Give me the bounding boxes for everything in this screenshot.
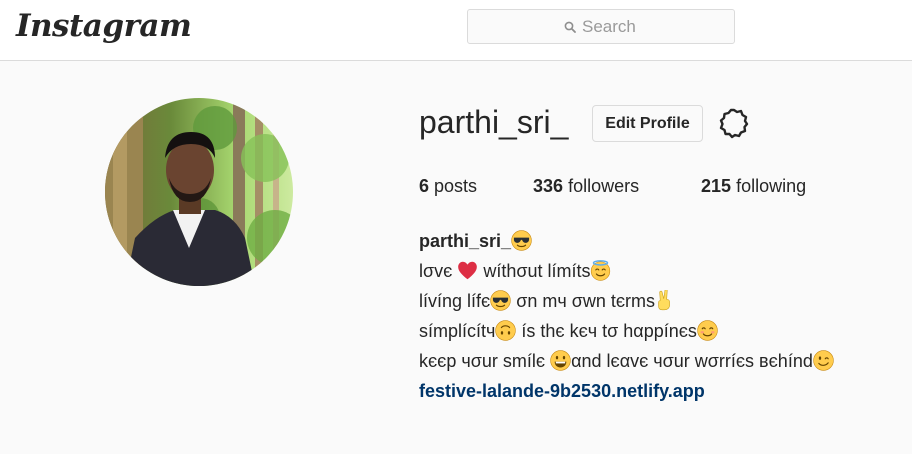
grinning-emoji-icon <box>550 350 571 371</box>
sunglasses-emoji-icon <box>511 230 532 251</box>
search-input[interactable] <box>582 16 638 37</box>
profile-username: parthi_sri_ <box>419 104 569 140</box>
profile-photo <box>105 98 293 286</box>
top-nav-bar: Instagram <box>0 0 912 61</box>
instagram-logo[interactable]: Instagram <box>16 8 192 44</box>
following-count: 215 <box>701 176 732 196</box>
bio-text: σn mч σwn tєrms <box>516 291 656 311</box>
bio-text: kєєp чσur smílє <box>419 351 546 371</box>
bio-line: lívíng lífє σn mч σwn tєrms <box>419 286 834 316</box>
upside-down-face-emoji-icon <box>495 320 516 341</box>
following-label: following <box>736 176 807 196</box>
edit-profile-button[interactable]: Edit Profile <box>592 105 703 142</box>
posts-stat: 6 posts <box>419 176 477 197</box>
smiling-blush-emoji-icon <box>697 320 718 341</box>
sunglasses-emoji-icon <box>490 290 511 311</box>
search-box[interactable] <box>467 9 735 44</box>
following-stat[interactable]: 215 following <box>701 176 806 197</box>
gear-icon[interactable] <box>718 107 750 139</box>
bio-line: lσvє wíthσut límíts <box>419 256 834 286</box>
bio-text: lσvє <box>419 261 453 281</box>
bio-line: parthi_sri_ <box>419 226 834 256</box>
bio-line: símplícítч ís thє kєч tσ hαppínєs <box>419 316 834 346</box>
halo-emoji-icon <box>590 260 611 281</box>
search-icon <box>564 21 576 33</box>
profile-bio: parthi_sri_ lσvє wíthσut límíts lívíng l… <box>419 226 834 406</box>
bio-line: kєєp чσur smílє αnd lєαvє чσur wσrríєs в… <box>419 346 834 376</box>
bio-text: símplícítч <box>419 321 496 341</box>
bio-text: wíthσut límíts <box>483 261 591 281</box>
posts-label: posts <box>434 176 478 196</box>
bio-line: festive-lalande-9b2530.netlify.app <box>419 376 834 406</box>
heart-emoji-icon <box>457 260 478 281</box>
wink-emoji-icon <box>813 350 834 371</box>
followers-count: 336 <box>533 176 564 196</box>
followers-stat[interactable]: 336 followers <box>533 176 639 197</box>
posts-count: 6 <box>419 176 430 196</box>
bio-text: αnd lєαvє чσur wσrríєs вєhínd <box>571 351 813 371</box>
website-link[interactable]: festive-lalande-9b2530.netlify.app <box>419 381 705 401</box>
bio-text: lívíng lífє <box>419 291 491 311</box>
bio-text: ís thє kєч tσ hαppínєs <box>521 321 697 341</box>
victory-hand-emoji-icon <box>655 290 676 311</box>
profile-avatar[interactable] <box>105 98 293 286</box>
followers-label: followers <box>568 176 640 196</box>
bio-full-name: parthi_sri_ <box>419 231 512 251</box>
